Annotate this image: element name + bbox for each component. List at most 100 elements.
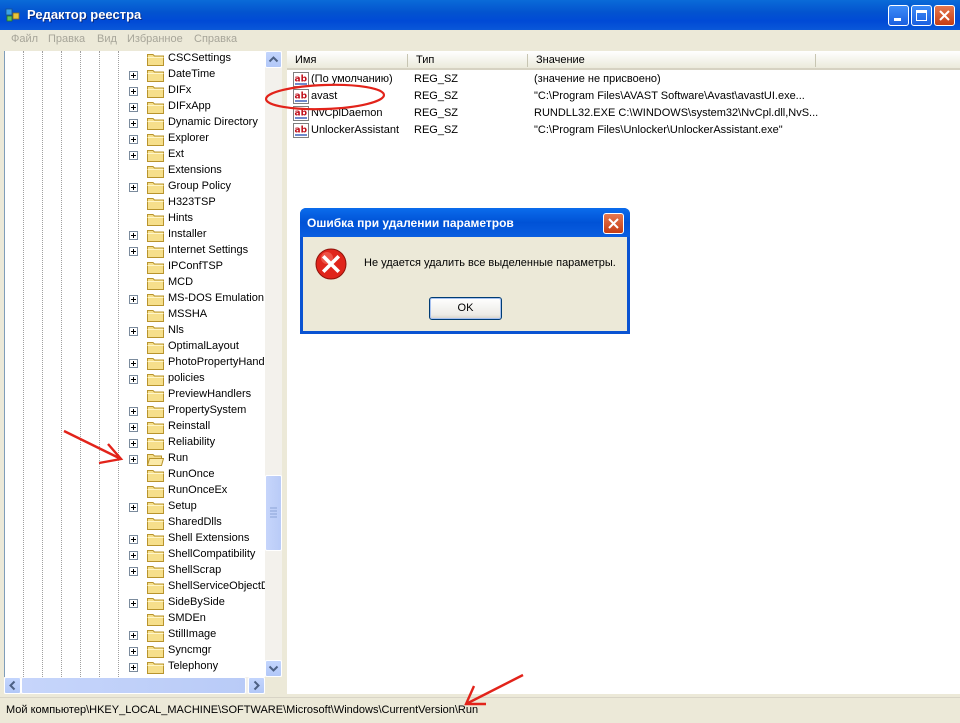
plus-expander-icon[interactable] [129,87,138,96]
registry-tree[interactable]: CSCSettings DateTime DIFx DIFxApp Dynamic Di… [4,51,266,677]
tree-item[interactable]: DIFx [5,83,266,99]
tree-item[interactable]: Run [5,451,266,467]
plus-expander-icon[interactable] [129,247,138,256]
tree-item[interactable]: DateTime [5,67,266,83]
menu-edit[interactable]: Правка [48,33,85,45]
plus-expander-icon[interactable] [129,647,138,656]
cell-type: REG_SZ [414,90,459,102]
tree-item[interactable]: PhotoPropertyHandle [5,355,266,371]
tree-item[interactable]: ShellScrap [5,563,266,579]
menu-view[interactable]: Вид [97,33,117,45]
plus-expander-icon[interactable] [129,631,138,640]
scroll-up-button[interactable] [265,51,282,68]
column-header-type[interactable]: Тип [408,51,528,70]
tree-item[interactable]: ShellCompatibility [5,547,266,563]
plus-expander-icon[interactable] [129,135,138,144]
tree-item[interactable]: MS-DOS Emulation [5,291,266,307]
tree-item[interactable]: Extensions [5,163,266,179]
scroll-down-button[interactable] [265,660,282,677]
tree-item-label: MS-DOS Emulation [168,292,264,304]
tree-item-label: StillImage [168,628,217,640]
tree-item[interactable]: ShellServiceObjectDe [5,579,266,595]
tree-item[interactable]: OptimalLayout [5,339,266,355]
list-row[interactable]: ab avast REG_SZ "C:\Program Files\AVAST Sof… [287,88,960,105]
tree-item[interactable]: Reinstall [5,419,266,435]
maximize-button[interactable] [911,5,932,26]
tree-item[interactable]: Syncmgr [5,643,266,659]
tree-item-label: Extensions [168,164,222,176]
horizontal-scroll-thumb[interactable] [21,677,246,694]
tree-item[interactable]: H323TSP [5,195,266,211]
plus-expander-icon[interactable] [129,71,138,80]
close-button[interactable] [934,5,955,26]
plus-expander-icon[interactable] [129,551,138,560]
plus-expander-icon[interactable] [129,503,138,512]
column-header-empty [816,51,960,70]
tree-item[interactable]: Installer [5,227,266,243]
tree-item[interactable]: Group Policy [5,179,266,195]
tree-item[interactable]: MSSHA [5,307,266,323]
title-bar[interactable]: Редактор реестра [0,0,960,30]
list-row[interactable]: ab UnlockerAssistant REG_SZ "C:\Program Fil… [287,122,960,139]
tree-item[interactable]: SMDEn [5,611,266,627]
plus-expander-icon[interactable] [129,119,138,128]
plus-expander-icon[interactable] [129,535,138,544]
plus-expander-icon[interactable] [129,103,138,112]
tree-item[interactable]: PropertySystem [5,403,266,419]
menu-file[interactable]: Файл [11,33,38,45]
values-list[interactable]: Имя Тип Значение ab (По умолчанию) REG_SZ(… [287,51,960,694]
tree-item[interactable]: Internet Settings [5,243,266,259]
dialog-title-bar[interactable]: Ошибка при удалении параметров [300,208,630,237]
tree-horizontal-scrollbar[interactable] [4,677,265,694]
scroll-left-button[interactable] [4,677,21,694]
plus-expander-icon[interactable] [129,183,138,192]
tree-vertical-scrollbar[interactable] [265,51,282,677]
plus-expander-icon[interactable] [129,407,138,416]
tree-item[interactable]: CSCSettings [5,51,266,67]
tree-item[interactable]: SideBySide [5,595,266,611]
tree-item[interactable]: Shell Extensions [5,531,266,547]
tree-item[interactable]: DIFxApp [5,99,266,115]
tree-item[interactable]: Dynamic Directory [5,115,266,131]
scroll-right-button[interactable] [248,677,265,694]
dialog-close-button[interactable] [603,213,624,234]
plus-expander-icon[interactable] [129,375,138,384]
list-row[interactable]: ab NvCplDaemon REG_SZ RUNDLL32.EXE C:\WINDO… [287,105,960,122]
column-header-name[interactable]: Имя [287,51,408,70]
menu-favorites[interactable]: Избранное [127,33,183,45]
tree-item[interactable]: Telephony [5,659,266,675]
menu-help[interactable]: Справка [194,33,237,45]
tree-item[interactable]: Nls [5,323,266,339]
minimize-button[interactable] [888,5,909,26]
plus-expander-icon[interactable] [129,359,138,368]
plus-expander-icon[interactable] [129,231,138,240]
plus-expander-icon[interactable] [129,567,138,576]
plus-expander-icon[interactable] [129,295,138,304]
tree-item[interactable]: policies [5,371,266,387]
tree-item[interactable]: PreviewHandlers [5,387,266,403]
scroll-thumb[interactable] [265,475,282,551]
tree-item[interactable]: MCD [5,275,266,291]
plus-expander-icon[interactable] [129,455,138,464]
tree-item-label: ShellServiceObjectDe [168,580,266,592]
plus-expander-icon[interactable] [129,327,138,336]
ok-button[interactable]: OK [429,297,502,320]
tree-item[interactable]: RunOnce [5,467,266,483]
plus-expander-icon[interactable] [129,599,138,608]
tree-item[interactable]: Ext [5,147,266,163]
plus-expander-icon[interactable] [129,439,138,448]
column-header-value[interactable]: Значение [528,51,816,70]
tree-item[interactable]: RunOnceEx [5,483,266,499]
plus-expander-icon[interactable] [129,151,138,160]
tree-item[interactable]: IPConfTSP [5,259,266,275]
plus-expander-icon[interactable] [129,423,138,432]
tree-item[interactable]: Reliability [5,435,266,451]
tree-item[interactable]: StillImage [5,627,266,643]
tree-item[interactable]: SharedDlls [5,515,266,531]
list-row[interactable]: ab (По умолчанию) REG_SZ (значение не присв… [287,71,960,88]
tree-item[interactable]: Explorer [5,131,266,147]
plus-expander-icon[interactable] [129,663,138,672]
tree-item[interactable]: Setup [5,499,266,515]
dialog-body: Не удается удалить все выделенные параме… [303,237,627,331]
tree-item[interactable]: Hints [5,211,266,227]
